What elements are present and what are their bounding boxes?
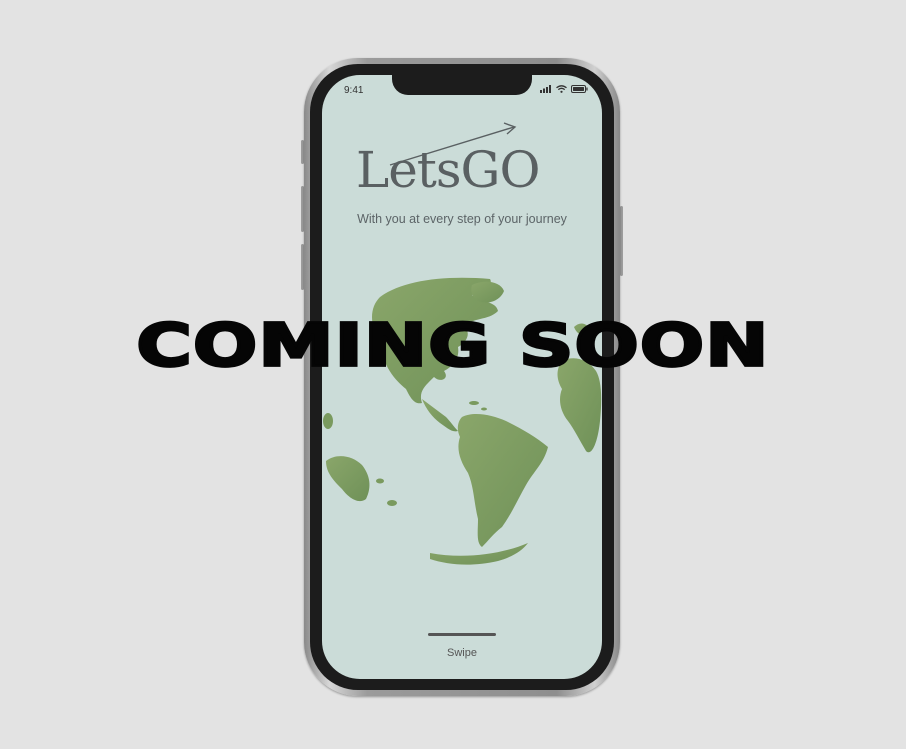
stage: 9:41 LetsGO With you at every step of yo… (0, 0, 906, 749)
swipe-handle[interactable] (428, 633, 496, 636)
status-icons (540, 85, 588, 93)
app-tagline: With you at every step of your journey (357, 212, 567, 226)
battery-icon (571, 85, 588, 93)
status-time: 9:41 (344, 85, 364, 96)
wifi-icon (556, 85, 567, 93)
swipe-label: Swipe (447, 647, 477, 659)
coming-soon-overlay: COMING SOON (135, 311, 771, 382)
signal-icon (540, 85, 551, 93)
app-logo: LetsGO (356, 141, 540, 199)
power-button (620, 206, 623, 276)
phone-notch (392, 75, 532, 95)
